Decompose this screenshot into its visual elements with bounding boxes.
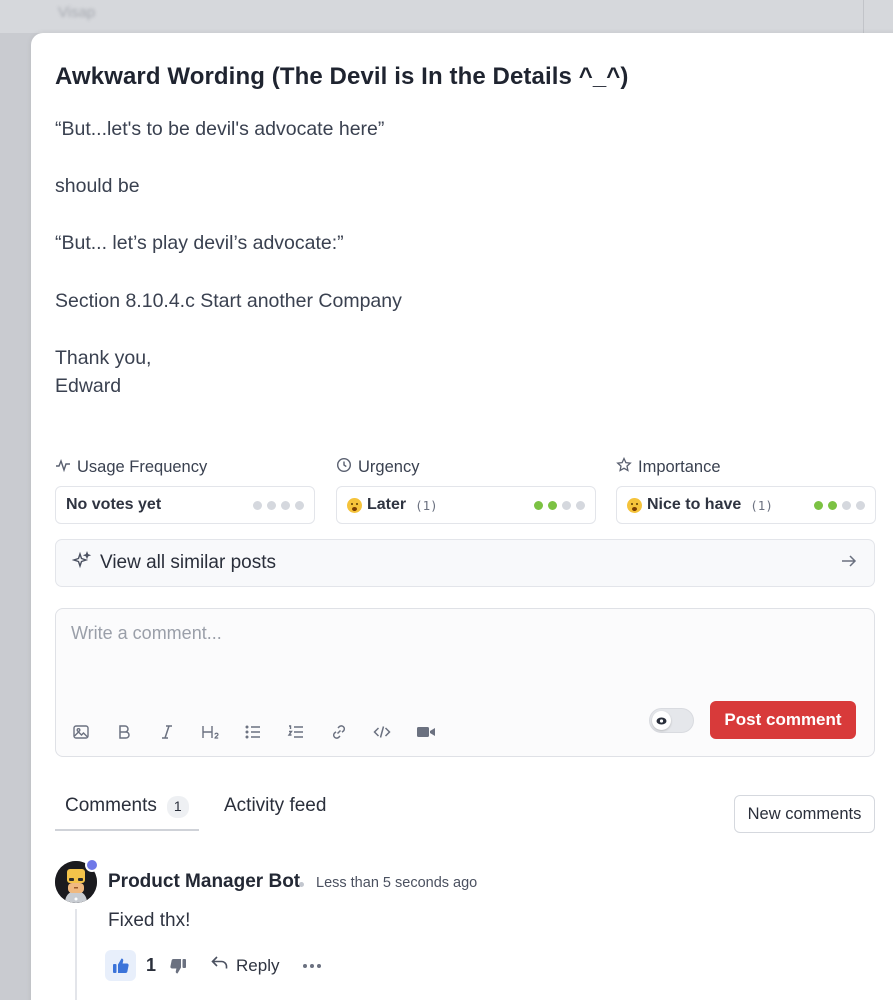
view-similar-posts-label: View all similar posts [100,552,276,573]
tab-activity-feed[interactable]: Activity feed [224,795,326,831]
verified-badge-icon [85,858,99,872]
metric-vote-box[interactable]: Later (1) [336,486,596,524]
metric-importance: Importance Nice to have (1) [616,456,876,524]
more-options-icon[interactable] [303,963,322,968]
bullet-list-icon[interactable] [244,721,287,743]
tab-comments[interactable]: Comments 1 [55,795,199,831]
tab-activity-feed-label: Activity feed [224,795,327,816]
comment-tabs: Comments 1 Activity feed [55,795,326,831]
reply-button[interactable]: Reply [211,955,279,976]
comment-input[interactable] [71,620,851,646]
post-body-line: should be [55,175,140,197]
level-dot [548,500,557,510]
backdrop-divider [863,0,864,33]
activity-icon [55,457,71,478]
numbered-list-icon[interactable] [287,721,330,743]
metric-dots [814,500,865,510]
metric-count: (1) [750,497,773,513]
new-comments-button[interactable]: New comments [734,795,875,833]
metric-value: Later [367,496,407,513]
metric-label: Urgency [336,457,596,477]
metric-label: Usage Frequency [55,457,315,477]
comment-actions: 1 Reply [105,950,322,981]
thumbs-down-icon[interactable] [169,950,189,981]
link-icon[interactable] [330,721,373,743]
post-body-line: Edward [55,375,122,397]
private-toggle[interactable] [649,708,694,733]
italic-icon[interactable] [158,721,201,743]
reply-arrow-icon [211,955,229,976]
metric-label-text: Urgency [358,457,420,476]
metric-label-text: Importance [638,457,721,476]
comment-composer: Post comment [55,608,875,757]
post-body-line: “But... let’s play devil’s advocate:” [55,232,344,254]
post-comment-button[interactable]: Post comment [710,701,856,739]
metric-dots [253,500,304,510]
bold-icon[interactable] [115,721,158,743]
post-body-line: Thank you, [55,347,152,369]
metric-value: No votes yet [66,496,162,513]
comment-text: Fixed thx! [108,910,191,931]
metric-value-wrap: Later (1) [347,496,438,514]
backdrop-header: Visap [0,0,893,33]
view-similar-posts-button[interactable]: View all similar posts [55,539,875,587]
level-dot [842,500,851,510]
metric-label-text: Usage Frequency [77,457,208,476]
star-icon [616,456,632,478]
post-modal: Awkward Wording (The Devil is In the Det… [31,33,893,1000]
code-icon[interactable] [373,721,416,743]
formatting-toolbar [72,721,459,743]
post-body-line: “But...let's to be devil's advocate here… [55,118,385,140]
heading-icon[interactable] [201,721,244,743]
backdrop-text: Visap [58,4,96,21]
post-title: Awkward Wording (The Devil is In the Det… [55,63,629,90]
emoji-icon [347,497,362,513]
video-icon[interactable] [416,721,459,743]
metric-urgency: Urgency Later (1) [336,457,596,524]
clock-icon [336,457,352,478]
emoji-icon [627,497,642,513]
metric-usage-frequency: Usage Frequency No votes yet [55,457,315,524]
metric-count: (1) [415,497,438,513]
level-dot [267,500,276,510]
level-dot [856,500,865,510]
reply-label: Reply [236,955,280,975]
comment-timestamp: Less than 5 seconds ago [316,875,478,891]
level-dot [814,500,823,510]
metric-vote-box[interactable]: Nice to have (1) [616,486,876,524]
metric-value-wrap: Nice to have (1) [627,496,773,514]
metric-label: Importance [616,456,876,478]
thread-line [75,909,77,1000]
tab-comments-label: Comments [65,795,157,816]
metric-dots [534,500,585,510]
metric-value: Nice to have [647,496,742,513]
comment-author[interactable]: Product Manager Bot [108,871,300,893]
like-count: 1 [146,955,157,975]
level-dot [534,500,543,510]
level-dot [576,500,585,510]
level-dot [828,500,837,510]
level-dot [562,500,571,510]
sparkles-icon [71,550,92,576]
arrow-right-icon [840,552,858,575]
separator-dot [299,882,304,887]
thumbs-up-icon[interactable] [105,950,136,981]
post-body-line: Section 8.10.4.c Start another Company [55,290,402,312]
comments-count-badge: 1 [166,796,189,818]
level-dot [295,500,304,510]
metric-vote-box[interactable]: No votes yet [55,486,315,524]
level-dot [253,500,262,510]
eye-icon [652,711,671,730]
image-icon[interactable] [72,721,115,743]
level-dot [281,500,290,510]
